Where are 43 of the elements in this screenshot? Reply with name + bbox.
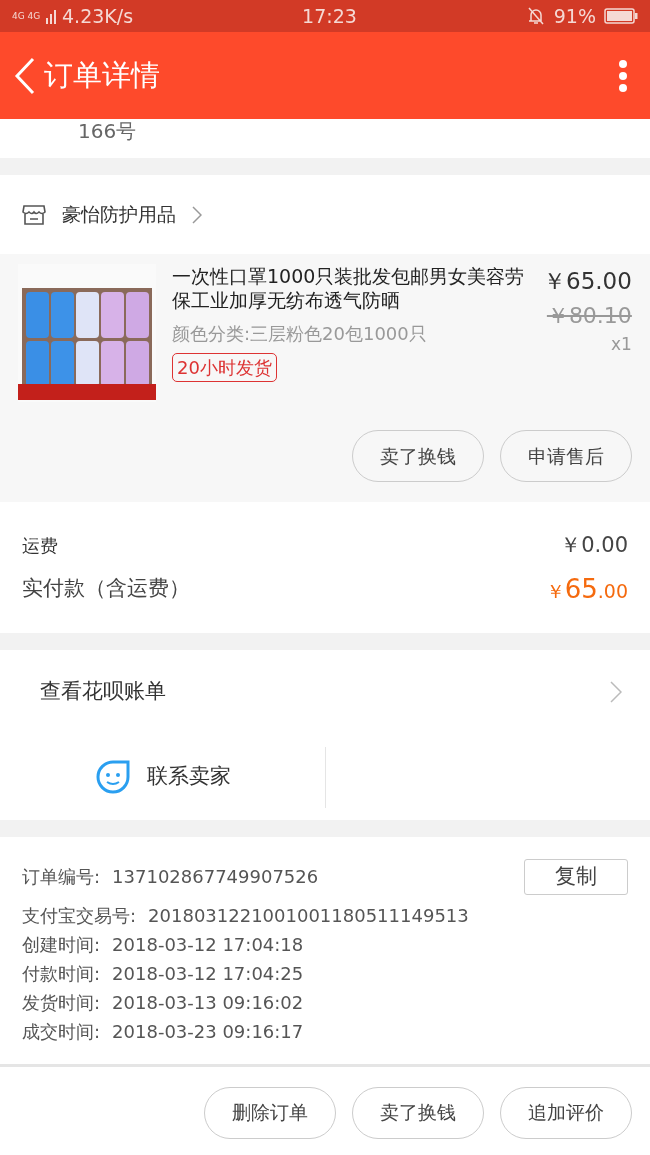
product-title: 一次性口罩1000只装批发包邮男女美容劳保工业加厚无纺布透气防晒	[172, 264, 526, 312]
network-label: 4G 4G	[12, 11, 42, 21]
chat-face-icon[interactable]	[94, 759, 131, 795]
battery-level: 91%	[553, 3, 596, 29]
shipping-fee: ￥0.00	[560, 532, 628, 559]
address-text: 166号	[78, 119, 137, 143]
muted-bell-icon	[525, 6, 546, 26]
chevron-right-icon[interactable]	[610, 681, 622, 703]
page-title: 订单详情	[44, 56, 161, 94]
total-label: 实付款（含运费）	[22, 575, 190, 603]
bill-link[interactable]: 查看花呗账单	[40, 676, 166, 708]
info-label: 成交时间:	[22, 1019, 101, 1044]
clock: 17:23	[302, 3, 357, 29]
product-price: ￥65.00	[543, 267, 632, 296]
chevron-right-icon[interactable]	[192, 205, 202, 224]
signal-icon	[46, 8, 58, 24]
shipping-label: 运费	[22, 534, 58, 559]
battery-icon	[604, 8, 638, 24]
info-label: 付款时间:	[22, 961, 101, 986]
back-icon[interactable]	[14, 56, 36, 95]
info-label: 创建时间:	[22, 932, 101, 957]
original-price: ￥80.10	[546, 301, 632, 330]
product-variant: 颜色分类:三层粉色20包1000只	[172, 322, 428, 346]
action-button[interactable]: 申请售后	[500, 430, 632, 482]
info-value: 2018-03-23 09:16:17	[112, 1019, 305, 1044]
info-value: 2018-03-12 17:04:25	[112, 961, 305, 986]
info-value: 137102867749907526	[112, 865, 320, 889]
info-label: 发货时间:	[22, 990, 101, 1015]
total-amount: ￥65.00	[545, 572, 628, 606]
info-value: 2018-03-12 17:04:18	[112, 932, 305, 957]
action-button[interactable]: 卖了换钱	[352, 430, 484, 482]
shop-name: 豪怡防护用品	[62, 202, 176, 228]
info-label: 订单编号:	[22, 865, 101, 889]
info-label: 支付宝交易号:	[22, 903, 137, 928]
info-value: 2018031221001001180511149513	[148, 903, 470, 928]
shipping-tag: 20小时发货	[172, 353, 277, 382]
network-speed: 4.23K/s	[62, 3, 134, 29]
copy-button[interactable]: 复制	[524, 858, 628, 895]
quantity: x1	[610, 332, 632, 356]
shop-icon	[22, 203, 46, 226]
info-value: 2018-03-13 09:16:02	[112, 990, 305, 1015]
more-icon[interactable]	[618, 58, 628, 93]
contact-seller[interactable]: 联系卖家	[146, 761, 231, 793]
